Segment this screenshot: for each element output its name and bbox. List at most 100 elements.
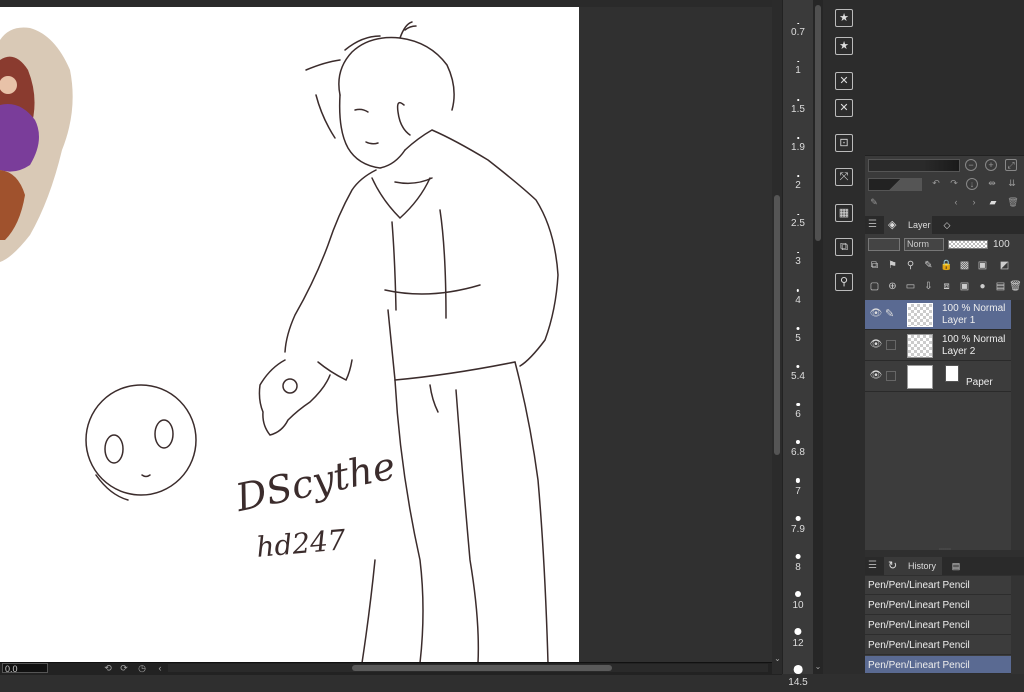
blend-mode-dropdown[interactable]: Norm bbox=[904, 238, 944, 251]
arrow-icon[interactable]: ⇊ bbox=[1006, 178, 1018, 190]
transform-icon[interactable]: ⤧ bbox=[835, 168, 853, 186]
brush-preview[interactable] bbox=[868, 178, 922, 191]
eye-icon[interactable]: 👁 bbox=[869, 370, 883, 382]
prev-icon[interactable]: ‹ bbox=[950, 197, 962, 209]
merge-layer-icon[interactable]: ⧈ bbox=[940, 280, 953, 293]
edit-target-checkbox[interactable] bbox=[886, 371, 896, 381]
brush-size-option[interactable]: 6 bbox=[783, 386, 813, 424]
panel-menu-icon[interactable]: ☰ bbox=[868, 560, 878, 572]
panel-resize-handle[interactable]: ⋯⋯ bbox=[930, 547, 960, 553]
favorite-icon[interactable]: ★ bbox=[835, 9, 853, 27]
delete-icon[interactable]: ✕ bbox=[835, 72, 853, 90]
tab-history[interactable]: ↻ History bbox=[884, 557, 942, 575]
brush-size-option[interactable]: 1.5 bbox=[783, 80, 813, 118]
figure-icon[interactable]: ⚲ bbox=[835, 273, 853, 291]
folder-icon[interactable]: ▰ bbox=[987, 197, 999, 209]
ruler-icon[interactable]: ▤ bbox=[994, 280, 1007, 293]
brush-size-option[interactable]: 2.5 bbox=[783, 195, 813, 233]
clear-icon[interactable]: ✕ bbox=[835, 99, 853, 117]
history-scrollbar[interactable] bbox=[1011, 576, 1024, 674]
tab-layer[interactable]: ◈ Layer bbox=[884, 216, 932, 234]
panel-menu-icon[interactable]: ☰ bbox=[868, 219, 878, 231]
horizontal-scrollbar-thumb[interactable] bbox=[352, 665, 612, 671]
eyedropper-icon[interactable]: ✎ bbox=[868, 197, 880, 209]
delete-layer-icon[interactable]: 🗑 bbox=[1009, 280, 1022, 293]
opacity-value[interactable]: 100 bbox=[993, 238, 1013, 251]
redo-icon[interactable]: ↷ bbox=[948, 178, 960, 190]
grid-icon[interactable]: ▦ bbox=[835, 204, 853, 222]
palette-color-icon[interactable]: ▣ bbox=[976, 259, 989, 272]
drawing-canvas[interactable]: DScythe hd247 bbox=[0, 7, 579, 663]
brush-size-option[interactable]: 6.8 bbox=[783, 424, 813, 462]
flip-icon[interactable]: ⇹ bbox=[986, 178, 998, 190]
brush-size-option[interactable]: 10 bbox=[783, 577, 813, 615]
crop-icon[interactable]: ⊡ bbox=[835, 134, 853, 152]
trash-icon[interactable]: 🗑 bbox=[1007, 197, 1019, 209]
opacity-slider[interactable] bbox=[948, 240, 988, 249]
brush-size-option[interactable]: 2 bbox=[783, 157, 813, 195]
lock-transparent-icon[interactable]: ⧉ bbox=[868, 259, 881, 272]
layer-mask-icon[interactable]: ▣ bbox=[958, 280, 971, 293]
undo-icon[interactable]: ↶ bbox=[930, 178, 942, 190]
clip-layer-icon[interactable]: ⚲ bbox=[904, 259, 917, 272]
download-icon[interactable]: ↓ bbox=[966, 178, 978, 190]
history-item[interactable]: Pen/Pen/Lineart Pencil bbox=[865, 596, 1011, 615]
layer-list-scrollbar[interactable] bbox=[1011, 300, 1024, 550]
color-bar[interactable] bbox=[868, 159, 960, 172]
new-folder-icon[interactable]: ▭ bbox=[904, 280, 917, 293]
draft-layer-icon[interactable]: ✎ bbox=[922, 259, 935, 272]
transfer-down-icon[interactable]: ⇩ bbox=[922, 280, 935, 293]
history-item[interactable]: Pen/Pen/Lineart Pencil bbox=[865, 636, 1011, 655]
brush-size-option[interactable]: 14.5 bbox=[783, 653, 813, 691]
command-bar-scrollbar-thumb[interactable] bbox=[815, 5, 821, 241]
history-item[interactable]: Pen/Pen/Lineart Pencil bbox=[865, 616, 1011, 635]
expression-color-dropdown[interactable] bbox=[868, 238, 900, 251]
layer-export-icon[interactable]: ⧉ bbox=[835, 238, 853, 256]
brush-size-option[interactable]: 1 bbox=[783, 42, 813, 80]
brush-size-option[interactable]: 4 bbox=[783, 271, 813, 309]
favorite-alt-icon[interactable]: ★ bbox=[835, 37, 853, 55]
zoom-out-icon[interactable]: − bbox=[965, 159, 977, 171]
brush-size-option[interactable]: 5.4 bbox=[783, 348, 813, 386]
brush-size-label: 2.5 bbox=[791, 218, 805, 230]
rotate-left-icon[interactable]: ⟲ bbox=[102, 663, 114, 673]
scroll-down-icon[interactable]: ⌄ bbox=[773, 654, 782, 664]
zoom-input[interactable]: 0.0 bbox=[2, 663, 48, 674]
next-icon[interactable]: › bbox=[968, 197, 980, 209]
layer-row-layer-2[interactable]: 👁 100 % Normal Layer 2 bbox=[865, 331, 1011, 361]
layer-color-icon[interactable]: ◩ bbox=[998, 259, 1011, 272]
brush-size-option[interactable]: 7.9 bbox=[783, 501, 813, 539]
history-item[interactable]: Pen/Pen/Lineart Pencil bbox=[865, 576, 1011, 595]
brush-size-option[interactable]: 8 bbox=[783, 539, 813, 577]
layer-row-layer-1[interactable]: 👁 ✎ 100 % Normal Layer 1 bbox=[865, 300, 1011, 330]
zoom-in-icon[interactable]: + bbox=[985, 159, 997, 171]
apply-mask-icon[interactable]: ● bbox=[976, 280, 989, 293]
history-item-current[interactable]: Pen/Pen/Lineart Pencil bbox=[865, 656, 1011, 674]
layer-row-paper[interactable]: 👁 Paper bbox=[865, 362, 1011, 392]
tab-layer-property[interactable]: ◇ bbox=[934, 216, 960, 234]
new-vector-layer-icon[interactable]: ⊕ bbox=[886, 280, 899, 293]
brush-size-dot bbox=[796, 289, 800, 292]
reset-rotation-icon[interactable]: ◷ bbox=[136, 663, 148, 673]
brush-size-dot bbox=[797, 99, 799, 101]
edit-target-checkbox[interactable] bbox=[886, 340, 896, 350]
brush-size-option[interactable]: 0.7 bbox=[783, 4, 813, 42]
mask-icon[interactable]: ▩ bbox=[958, 259, 971, 272]
eye-icon[interactable]: 👁 bbox=[869, 339, 883, 351]
reference-layer-icon[interactable]: ⚑ bbox=[886, 259, 899, 272]
scroll-left-icon[interactable]: ‹ bbox=[154, 663, 166, 673]
brush-size-option[interactable]: 1.9 bbox=[783, 119, 813, 157]
brush-size-option[interactable]: 7 bbox=[783, 462, 813, 500]
eye-icon[interactable]: 👁 bbox=[869, 308, 883, 320]
lock-icon[interactable]: 🔒 bbox=[940, 259, 953, 272]
rotate-right-icon[interactable]: ⟳ bbox=[118, 663, 130, 673]
new-raster-layer-icon[interactable]: ▢ bbox=[868, 280, 881, 293]
brush-size-option[interactable]: 5 bbox=[783, 310, 813, 348]
brush-size-option[interactable]: 12 bbox=[783, 615, 813, 653]
command-scroll-down-icon[interactable]: ⌄ bbox=[813, 662, 823, 674]
tab-other[interactable]: ▤ bbox=[944, 557, 968, 575]
fit-icon[interactable]: ⤢ bbox=[1005, 159, 1017, 171]
brush-size-option[interactable]: 3 bbox=[783, 233, 813, 271]
layer-name: Layer 2 bbox=[942, 346, 976, 357]
workspace-scrollbar-thumb[interactable] bbox=[774, 195, 780, 455]
